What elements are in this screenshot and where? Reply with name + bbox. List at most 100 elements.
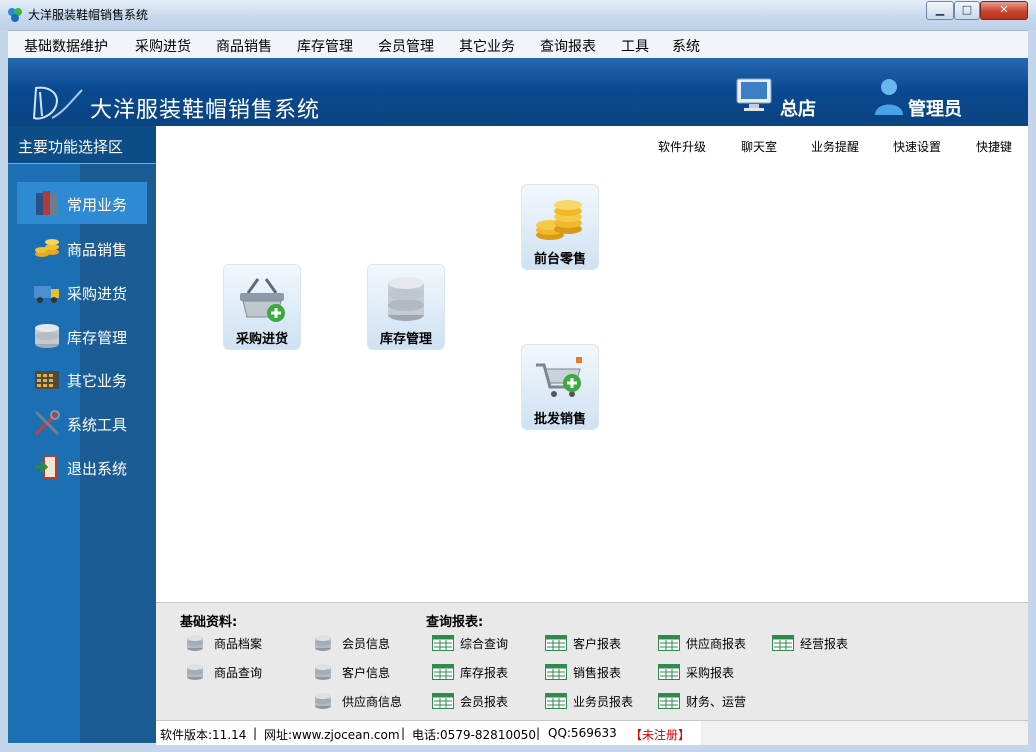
- maximize-button[interactable]: □: [954, 1, 980, 20]
- spreadsheet-icon: [658, 693, 680, 709]
- link-software-upgrade[interactable]: 软件升级: [658, 138, 706, 155]
- database-icon: [315, 664, 331, 680]
- sidebar-item-other[interactable]: 其它业务: [17, 358, 147, 400]
- coins-stack-icon: [536, 200, 582, 240]
- quick-link-label: 库存报表: [460, 666, 509, 680]
- books-icon: [36, 191, 57, 215]
- quick-link-label: 会员信息: [342, 637, 391, 651]
- link-shortcuts[interactable]: 快捷键: [976, 138, 1012, 155]
- menu-tools[interactable]: 工具: [621, 36, 649, 56]
- menu-sales[interactable]: 商品销售: [216, 36, 272, 56]
- app-title: 大洋服装鞋帽销售系统: [90, 98, 321, 123]
- quick-link-label: 业务员报表: [573, 695, 634, 709]
- calendar-icon: [35, 371, 59, 389]
- quick-links-panel: 基础资料: 查询报表: 商品档案 商品查询 会员信息 客户信息 供应商信息 综合…: [156, 602, 1028, 721]
- window-frame-left: [0, 30, 8, 752]
- minimize-button[interactable]: ▁: [926, 1, 954, 20]
- sidebar-item-common[interactable]: 常用业务: [17, 182, 147, 224]
- coins-icon: [35, 239, 59, 257]
- status-bar: 软件版本:11.14 | 网址:www.zjocean.com | 电话:057…: [156, 720, 1028, 745]
- exit-icon: [35, 455, 57, 479]
- window-title: 大洋服装鞋帽销售系统: [28, 8, 149, 22]
- menu-purchase[interactable]: 采购进货: [135, 36, 191, 56]
- sidebar-item-label: 商品销售: [67, 241, 128, 259]
- spreadsheet-icon: [658, 664, 680, 680]
- monitor-icon: [736, 78, 772, 111]
- menu-bar: 基础数据维护 采购进货 商品销售 库存管理 会员管理 其它业务 查询报表 工具 …: [8, 31, 1028, 59]
- quick-link-label: 商品查询: [214, 666, 263, 680]
- sidebar-item-purchase[interactable]: 采购进货: [17, 271, 147, 313]
- status-registration: 【未注册】: [630, 728, 691, 742]
- menu-system[interactable]: 系统: [672, 36, 700, 56]
- spreadsheet-icon: [432, 693, 454, 709]
- quick-link-label: 供应商报表: [686, 637, 747, 651]
- spreadsheet-icon: [432, 664, 454, 680]
- quick-link-label: 综合查询: [460, 637, 509, 651]
- sidebar-item-tools[interactable]: 系统工具: [17, 402, 147, 444]
- quick-link-label: 经营报表: [800, 637, 849, 651]
- user-icon: [875, 79, 903, 115]
- quick-link-label: 财务、运营: [686, 695, 747, 709]
- tile-purchase[interactable]: 采购进货: [224, 265, 300, 349]
- menu-reports[interactable]: 查询报表: [540, 36, 596, 56]
- link-chat-room[interactable]: 聊天室: [741, 138, 777, 155]
- tile-label: 采购进货: [235, 332, 288, 347]
- status-qq: QQ:569633: [548, 726, 617, 740]
- quick-link-label: 客户信息: [342, 666, 391, 680]
- database-icon: [187, 664, 203, 680]
- spreadsheet-icon: [772, 635, 794, 651]
- link-business-reminder[interactable]: 业务提醒: [811, 138, 859, 155]
- database-icon: [315, 635, 331, 651]
- status-phone: 电话:0579-82810050: [412, 728, 536, 742]
- database-icon: [187, 635, 203, 651]
- logo-icon: [32, 86, 83, 120]
- tools-icon: [34, 410, 60, 436]
- quick-link-label: 销售报表: [573, 666, 622, 680]
- status-website: 网址:www.zjocean.com: [264, 728, 400, 742]
- database-icon: [315, 693, 331, 709]
- sidebar-item-sales[interactable]: 商品销售: [17, 227, 147, 269]
- sidebar-item-label: 其它业务: [67, 372, 128, 390]
- title-bar: 大洋服装鞋帽销售系统 ▁ □ ✕: [0, 0, 1036, 31]
- window-frame-right: [1028, 30, 1036, 752]
- sidebar-item-exit[interactable]: 退出系统: [17, 446, 147, 488]
- quick-link-label: 会员报表: [460, 695, 509, 709]
- quick-link-label: 采购报表: [686, 666, 735, 680]
- database-icon: [35, 324, 59, 348]
- tile-inventory[interactable]: 库存管理: [368, 265, 444, 349]
- tile-wholesale[interactable]: 批发销售: [522, 345, 598, 429]
- store-label: 总店: [780, 99, 816, 120]
- sidebar-item-label: 采购进货: [67, 285, 128, 303]
- status-separator: |: [536, 726, 541, 740]
- spreadsheet-icon: [545, 635, 567, 651]
- reports-title: 查询报表:: [426, 615, 484, 630]
- user-label: 管理员: [908, 99, 962, 120]
- menu-other[interactable]: 其它业务: [459, 36, 515, 56]
- sidebar-item-inventory[interactable]: 库存管理: [17, 315, 147, 357]
- spreadsheet-icon: [545, 693, 567, 709]
- app-icon: [8, 8, 22, 22]
- sidebar-title: 主要功能选择区: [18, 138, 124, 156]
- tile-label: 库存管理: [379, 332, 432, 347]
- menu-members[interactable]: 会员管理: [378, 36, 434, 56]
- sidebar-item-label: 库存管理: [67, 329, 128, 347]
- tile-retail[interactable]: 前台零售: [522, 185, 598, 269]
- tile-label: 前台零售: [533, 252, 586, 267]
- quick-link-label: 供应商信息: [342, 695, 403, 709]
- basket-add-icon: [240, 278, 285, 322]
- header-banner: 大洋服装鞋帽销售系统 总店 管理员: [8, 58, 1028, 126]
- link-quick-settings[interactable]: 快速设置: [893, 138, 941, 155]
- close-button[interactable]: ✕: [980, 1, 1028, 20]
- menu-inventory[interactable]: 库存管理: [297, 36, 353, 56]
- status-separator: |: [401, 726, 406, 740]
- sidebar-item-label: 系统工具: [67, 416, 128, 434]
- sidebar-item-label: 常用业务: [67, 196, 128, 214]
- sidebar: 主要功能选择区 常用业务 商品销售 采购进货 库存管理 其它业务 系统工具 退出…: [8, 126, 156, 743]
- menu-basic-data[interactable]: 基础数据维护: [24, 36, 108, 56]
- status-version: 软件版本:11.14: [160, 728, 247, 742]
- tile-label: 批发销售: [533, 412, 586, 427]
- cart-add-icon: [536, 357, 582, 397]
- truck-icon: [34, 286, 59, 303]
- basic-data-title: 基础资料:: [180, 615, 238, 630]
- status-separator: |: [253, 726, 258, 740]
